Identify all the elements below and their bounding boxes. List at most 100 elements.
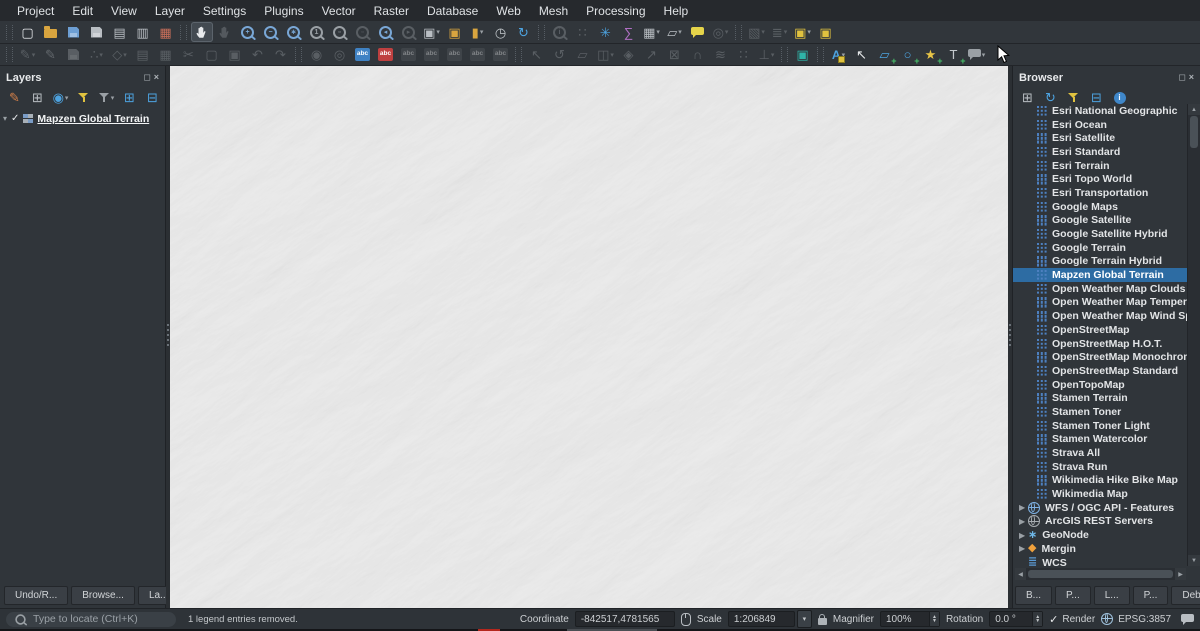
right-dock-tab[interactable]: P... [1133,586,1169,605]
expand-icon[interactable]: ▶ [1019,517,1028,526]
browser-item[interactable]: Google Terrain Hybrid [1013,255,1187,269]
browser-item[interactable]: Stamen Watercolor [1013,433,1187,447]
redo-icon[interactable]: ↷ [270,45,292,65]
browser-item[interactable]: Strava All [1013,446,1187,460]
show-layout-manager-icon[interactable]: ▥ [132,22,154,42]
temporal-controller-icon[interactable]: ◷ [490,22,512,42]
menu-settings[interactable]: Settings [194,4,255,18]
menu-web[interactable]: Web [487,4,529,18]
browser-item[interactable]: Open Weather Map Clouds [1013,282,1187,296]
browser-item[interactable]: Esri Ocean [1013,118,1187,132]
browser-item[interactable]: Open Weather Map Wind Speed [1013,309,1187,323]
label-config-5-icon[interactable]: abc [490,45,512,65]
menu-view[interactable]: View [102,4,146,18]
browser-item[interactable]: Open Weather Map Temperature [1013,296,1187,310]
pan-to-selection-icon[interactable] [214,22,236,42]
show-unplaced-labels-icon[interactable]: ⊠ [664,45,686,65]
expand-icon[interactable]: ▶ [1019,531,1028,540]
create-point-annotation-icon[interactable]: ○+ [897,45,919,65]
measure-icon[interactable]: ▱▾ [664,22,686,42]
coordinate-input[interactable]: -842517,4781565 [575,611,675,627]
layer-labeling-icon[interactable]: abc [352,45,374,65]
spinner-arrows-icon[interactable]: ▲▼ [1032,612,1042,626]
menu-raster[interactable]: Raster [365,4,418,18]
layer-item-mapzen-global-terrain[interactable]: ▾ ✓ Mapzen Global Terrain [0,111,165,126]
open-project-icon[interactable] [40,22,62,42]
browser-item[interactable]: Esri Satellite [1013,131,1187,145]
messages-button-icon[interactable] [1181,614,1194,622]
rotation-spinbox[interactable]: 0.0 ° ▲▼ [989,611,1043,627]
collapse-all-icon[interactable]: ⊟ [143,89,163,106]
pin-diagram-icon[interactable]: ◈ [618,45,640,65]
snapping-options-icon[interactable]: ∩ [687,45,709,65]
style-manager-icon[interactable]: ▦ [155,22,177,42]
browser-item[interactable]: Google Satellite Hybrid [1013,227,1187,241]
layer-expander-icon[interactable]: ▾ [3,114,7,123]
menu-help[interactable]: Help [655,4,698,18]
survey-tool-icon[interactable]: ⊥▾ [756,45,778,65]
paste-style-icon[interactable]: ▣ [815,22,837,42]
statistical-summary-icon[interactable]: ∑ [618,22,640,42]
zoom-to-selection-icon[interactable]: ▫ [352,22,374,42]
identify-features-icon[interactable]: i [549,22,571,42]
spinner-arrows-icon[interactable]: ▲▼ [929,612,939,626]
expand-icon[interactable]: ▶ [1019,503,1028,512]
zoom-full-icon[interactable]: ∗ [283,22,305,42]
grid-options-icon[interactable]: ∷ [733,45,755,65]
field-calculator-icon[interactable]: ▦ [155,45,177,65]
zoom-in-icon[interactable]: + [237,22,259,42]
browser-item[interactable]: Stamen Terrain [1013,391,1187,405]
show-hidden-layers-icon[interactable]: ▣ [792,45,814,65]
scrollbar-thumb[interactable] [1190,116,1198,148]
new-map-view-icon[interactable]: ▣▾ [421,22,443,42]
browser-item[interactable]: Google Terrain [1013,241,1187,255]
digitizing-tools-icon[interactable]: ∴▾ [86,45,108,65]
scroll-left-icon[interactable]: ◀ [1015,568,1026,580]
browser-item[interactable]: Esri Terrain [1013,159,1187,173]
deselect-features-icon[interactable]: ≣▾ [769,22,791,42]
expand-icon[interactable]: ▶ [1019,544,1028,553]
filter-by-expression-icon[interactable]: ▾ [97,89,117,106]
browser-item[interactable]: ≣WCS [1013,556,1187,566]
refresh-map-icon[interactable]: ↻ [513,22,535,42]
left-dock-tab[interactable]: Undo/R... [4,586,68,605]
browser-item[interactable]: Stamen Toner Light [1013,419,1187,433]
browser-item[interactable]: Google Maps [1013,200,1187,214]
menu-layer[interactable]: Layer [146,4,194,18]
lock-scale-icon[interactable] [818,618,827,625]
float-panel-icon[interactable]: ◻ [143,73,150,82]
modify-attributes-icon[interactable]: ▤ [132,45,154,65]
browser-item[interactable]: Esri Transportation [1013,186,1187,200]
vertex-tool-icon[interactable]: ◇▾ [109,45,131,65]
menu-database[interactable]: Database [418,4,487,18]
browser-item[interactable]: Wikimedia Map [1013,487,1187,501]
mouse-extents-toggle-icon[interactable] [681,613,691,626]
browser-item[interactable]: OpenStreetMap Standard [1013,364,1187,378]
crs-status-button[interactable]: EPSG:3857 [1101,613,1171,625]
move-label-icon[interactable]: ↖ [526,45,548,65]
zoom-last-icon[interactable]: ◂ [375,22,397,42]
diagram-options-icon[interactable]: ◫▾ [595,45,617,65]
float-panel-icon[interactable]: ◻ [1178,73,1185,82]
manage-map-themes-icon[interactable]: ◉▾ [51,89,71,106]
browser-item[interactable]: OpenTopoMap [1013,378,1187,392]
close-panel-icon[interactable]: × [154,73,159,82]
pan-map-icon[interactable] [191,22,213,42]
browser-item[interactable]: Esri National Geographic [1013,104,1187,118]
browser-item[interactable]: Google Satellite [1013,214,1187,228]
menu-edit[interactable]: Edit [63,4,102,18]
current-edits-icon[interactable]: ✎▾ [17,45,39,65]
vertical-scrollbar[interactable]: ▲ ▼ [1187,104,1200,566]
browser-item[interactable]: ▶WFS / OGC API - Features [1013,501,1187,515]
browser-item[interactable]: Mapzen Global Terrain [1013,268,1187,282]
browser-item[interactable]: OpenStreetMap [1013,323,1187,337]
zoom-native-icon[interactable]: 1 [306,22,328,42]
new-project-icon[interactable]: ▢ [17,22,39,42]
form-annotation-icon[interactable]: ▾ [966,45,988,65]
create-text-annotation-icon[interactable]: T+ [943,45,965,65]
close-panel-icon[interactable]: × [1189,73,1194,82]
map-tips-icon[interactable] [687,22,709,42]
scroll-up-icon[interactable]: ▲ [1188,104,1200,115]
save-project-as-icon[interactable] [86,22,108,42]
magnifier-spinbox[interactable]: 100% ▲▼ [880,611,940,627]
